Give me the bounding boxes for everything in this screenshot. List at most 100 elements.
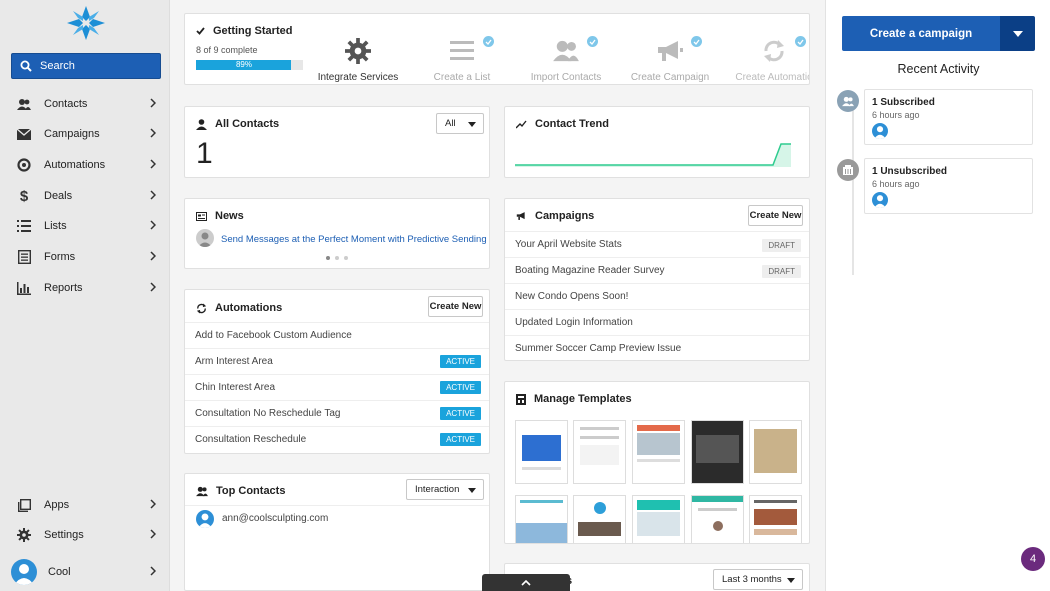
chevron-right-icon <box>150 159 156 169</box>
list-item[interactable]: ann@coolsculpting.com <box>185 505 489 531</box>
table-row[interactable]: New Condo Opens Soon! <box>505 283 809 309</box>
sidebar-item-deals[interactable]: $ Deals <box>0 182 170 210</box>
sidebar-item-apps[interactable]: Apps <box>0 491 170 519</box>
notification-badge[interactable]: 4 <box>1021 547 1045 571</box>
getting-started-label: Getting Started <box>213 25 293 37</box>
trend-chart <box>515 143 791 167</box>
contact-trend-card: Contact Trend <box>504 106 810 178</box>
sidebar-item-lists[interactable]: Lists <box>0 212 170 240</box>
table-row[interactable]: Your April Website Stats DRAFT <box>505 231 809 257</box>
contacts-count: 1 <box>196 137 213 170</box>
top-contacts-filter-select[interactable]: Interaction <box>406 479 484 500</box>
search-label: Search <box>40 60 75 72</box>
carousel-dot[interactable] <box>326 256 330 260</box>
carousel-dot[interactable] <box>344 256 348 260</box>
table-row[interactable]: Add to Facebook Custom Audience <box>185 322 489 348</box>
table-row[interactable]: Arm Interest Area ACTIVE <box>185 348 489 374</box>
manage-templates-card: Manage Templates <box>504 381 810 544</box>
table-row[interactable]: Summer Soccer Camp Preview Issue <box>505 335 809 361</box>
contact-trend-title: Contact Trend <box>516 118 609 130</box>
automation-name: Consultation Reschedule <box>195 434 307 445</box>
sidebar-item-reports[interactable]: Reports <box>0 274 170 302</box>
contacts-filter-select[interactable]: All <box>436 113 484 134</box>
activity-item[interactable]: 1 Unsubscribed 6 hours ago <box>864 158 1033 214</box>
template-thumbnail[interactable] <box>515 420 568 484</box>
automation-name: Chin Interest Area <box>195 382 276 393</box>
step-import-contacts[interactable]: Import Contacts <box>518 36 614 83</box>
carousel-dots[interactable] <box>326 256 348 260</box>
table-row[interactable]: Consultation No Reschedule Tag ACTIVE <box>185 400 489 426</box>
expand-handle[interactable] <box>482 574 570 591</box>
all-contacts-label: All Contacts <box>215 118 280 130</box>
create-campaign-main-button[interactable]: Create a campaign <box>842 16 1000 51</box>
template-thumbnail[interactable] <box>749 420 802 484</box>
caret-down-icon <box>468 488 476 493</box>
create-automation-button[interactable]: Create New <box>428 296 483 317</box>
search-icon <box>20 60 32 72</box>
activity-item[interactable]: 1 Subscribed 6 hours ago <box>864 89 1033 145</box>
filter-value: Interaction <box>415 484 460 495</box>
step-integrate-services[interactable]: Integrate Services <box>310 36 406 83</box>
automations-icon <box>17 158 31 172</box>
date-range-select[interactable]: Last 3 months <box>713 569 803 590</box>
search-button[interactable]: Search <box>11 53 161 79</box>
sidebar-item-forms[interactable]: Forms <box>0 243 170 271</box>
template-thumbnail[interactable] <box>632 495 685 543</box>
avatar <box>872 192 888 208</box>
status-badge: ACTIVE <box>440 381 481 394</box>
sidebar-item-settings[interactable]: Settings <box>0 521 170 549</box>
campaign-name: Boating Magazine Reader Survey <box>515 265 665 276</box>
refresh-icon <box>764 40 784 62</box>
sidebar-item-automations[interactable]: Automations <box>0 151 170 179</box>
automation-name: Consultation No Reschedule Tag <box>195 408 341 419</box>
status-badge: ACTIVE <box>440 355 481 368</box>
right-panel: Create a campaign Recent Activity 1 Subs… <box>825 0 1050 591</box>
activity-title: 1 Subscribed <box>872 97 935 108</box>
carousel-dot[interactable] <box>335 256 339 260</box>
chevron-right-icon <box>150 128 156 138</box>
newspaper-icon <box>196 211 207 221</box>
sidebar-item-campaigns[interactable]: Campaigns <box>0 120 170 148</box>
sidebar-item-contacts[interactable]: Contacts <box>0 90 170 118</box>
status-badge: ACTIVE <box>440 433 481 446</box>
table-row[interactable]: Consultation Reschedule ACTIVE <box>185 426 489 452</box>
table-row[interactable]: Updated Login Information <box>505 309 809 335</box>
step-create-campaign[interactable]: Create Campaign <box>622 36 718 83</box>
step-create-automation[interactable]: Create Automatio <box>726 36 809 83</box>
table-row[interactable]: Chin Interest Area ACTIVE <box>185 374 489 400</box>
template-thumbnail[interactable] <box>573 495 626 543</box>
check-badge-icon <box>691 36 702 47</box>
news-card: News Send Messages at the Perfect Moment… <box>184 198 490 269</box>
sidebar-item-label: Contacts <box>44 98 88 110</box>
status-badge: DRAFT <box>762 239 801 252</box>
template-thumbnail[interactable] <box>749 495 802 543</box>
create-campaign-dropdown-button[interactable] <box>1000 16 1035 51</box>
envelope-icon <box>17 127 31 141</box>
template-thumbnail[interactable] <box>573 420 626 484</box>
activity-time: 6 hours ago <box>872 110 920 120</box>
news-headline-link[interactable]: Send Messages at the Perfect Moment with… <box>221 234 487 245</box>
caret-down-icon <box>468 122 476 127</box>
activity-time: 6 hours ago <box>872 179 920 189</box>
create-campaign-button[interactable]: Create New <box>748 205 803 226</box>
contacts-icon <box>17 97 31 111</box>
step-create-list[interactable]: Create a List <box>414 36 510 83</box>
megaphone-icon <box>658 41 683 61</box>
top-contacts-label: Top Contacts <box>216 485 286 497</box>
template-thumbnail[interactable] <box>515 495 568 543</box>
getting-started-card: Getting Started 8 of 9 complete 89% Inte… <box>184 13 810 85</box>
step-label: Import Contacts <box>530 72 602 83</box>
template-thumbnail[interactable] <box>691 495 744 543</box>
bar-chart-icon <box>17 281 31 295</box>
template-thumbnail[interactable] <box>632 420 685 484</box>
all-contacts-card: All Contacts 1 All <box>184 106 490 178</box>
sidebar-item-user[interactable]: Cool <box>0 556 170 588</box>
news-title: News <box>196 210 244 222</box>
contact-email: ann@coolsculpting.com <box>222 513 329 524</box>
table-row[interactable]: Boating Magazine Reader Survey DRAFT <box>505 257 809 283</box>
template-thumbnail[interactable] <box>691 420 744 484</box>
news-author-avatar <box>196 229 214 247</box>
sidebar-item-label: Deals <box>44 190 73 202</box>
sidebar-item-label: Lists <box>44 220 67 232</box>
refresh-icon <box>196 302 207 314</box>
